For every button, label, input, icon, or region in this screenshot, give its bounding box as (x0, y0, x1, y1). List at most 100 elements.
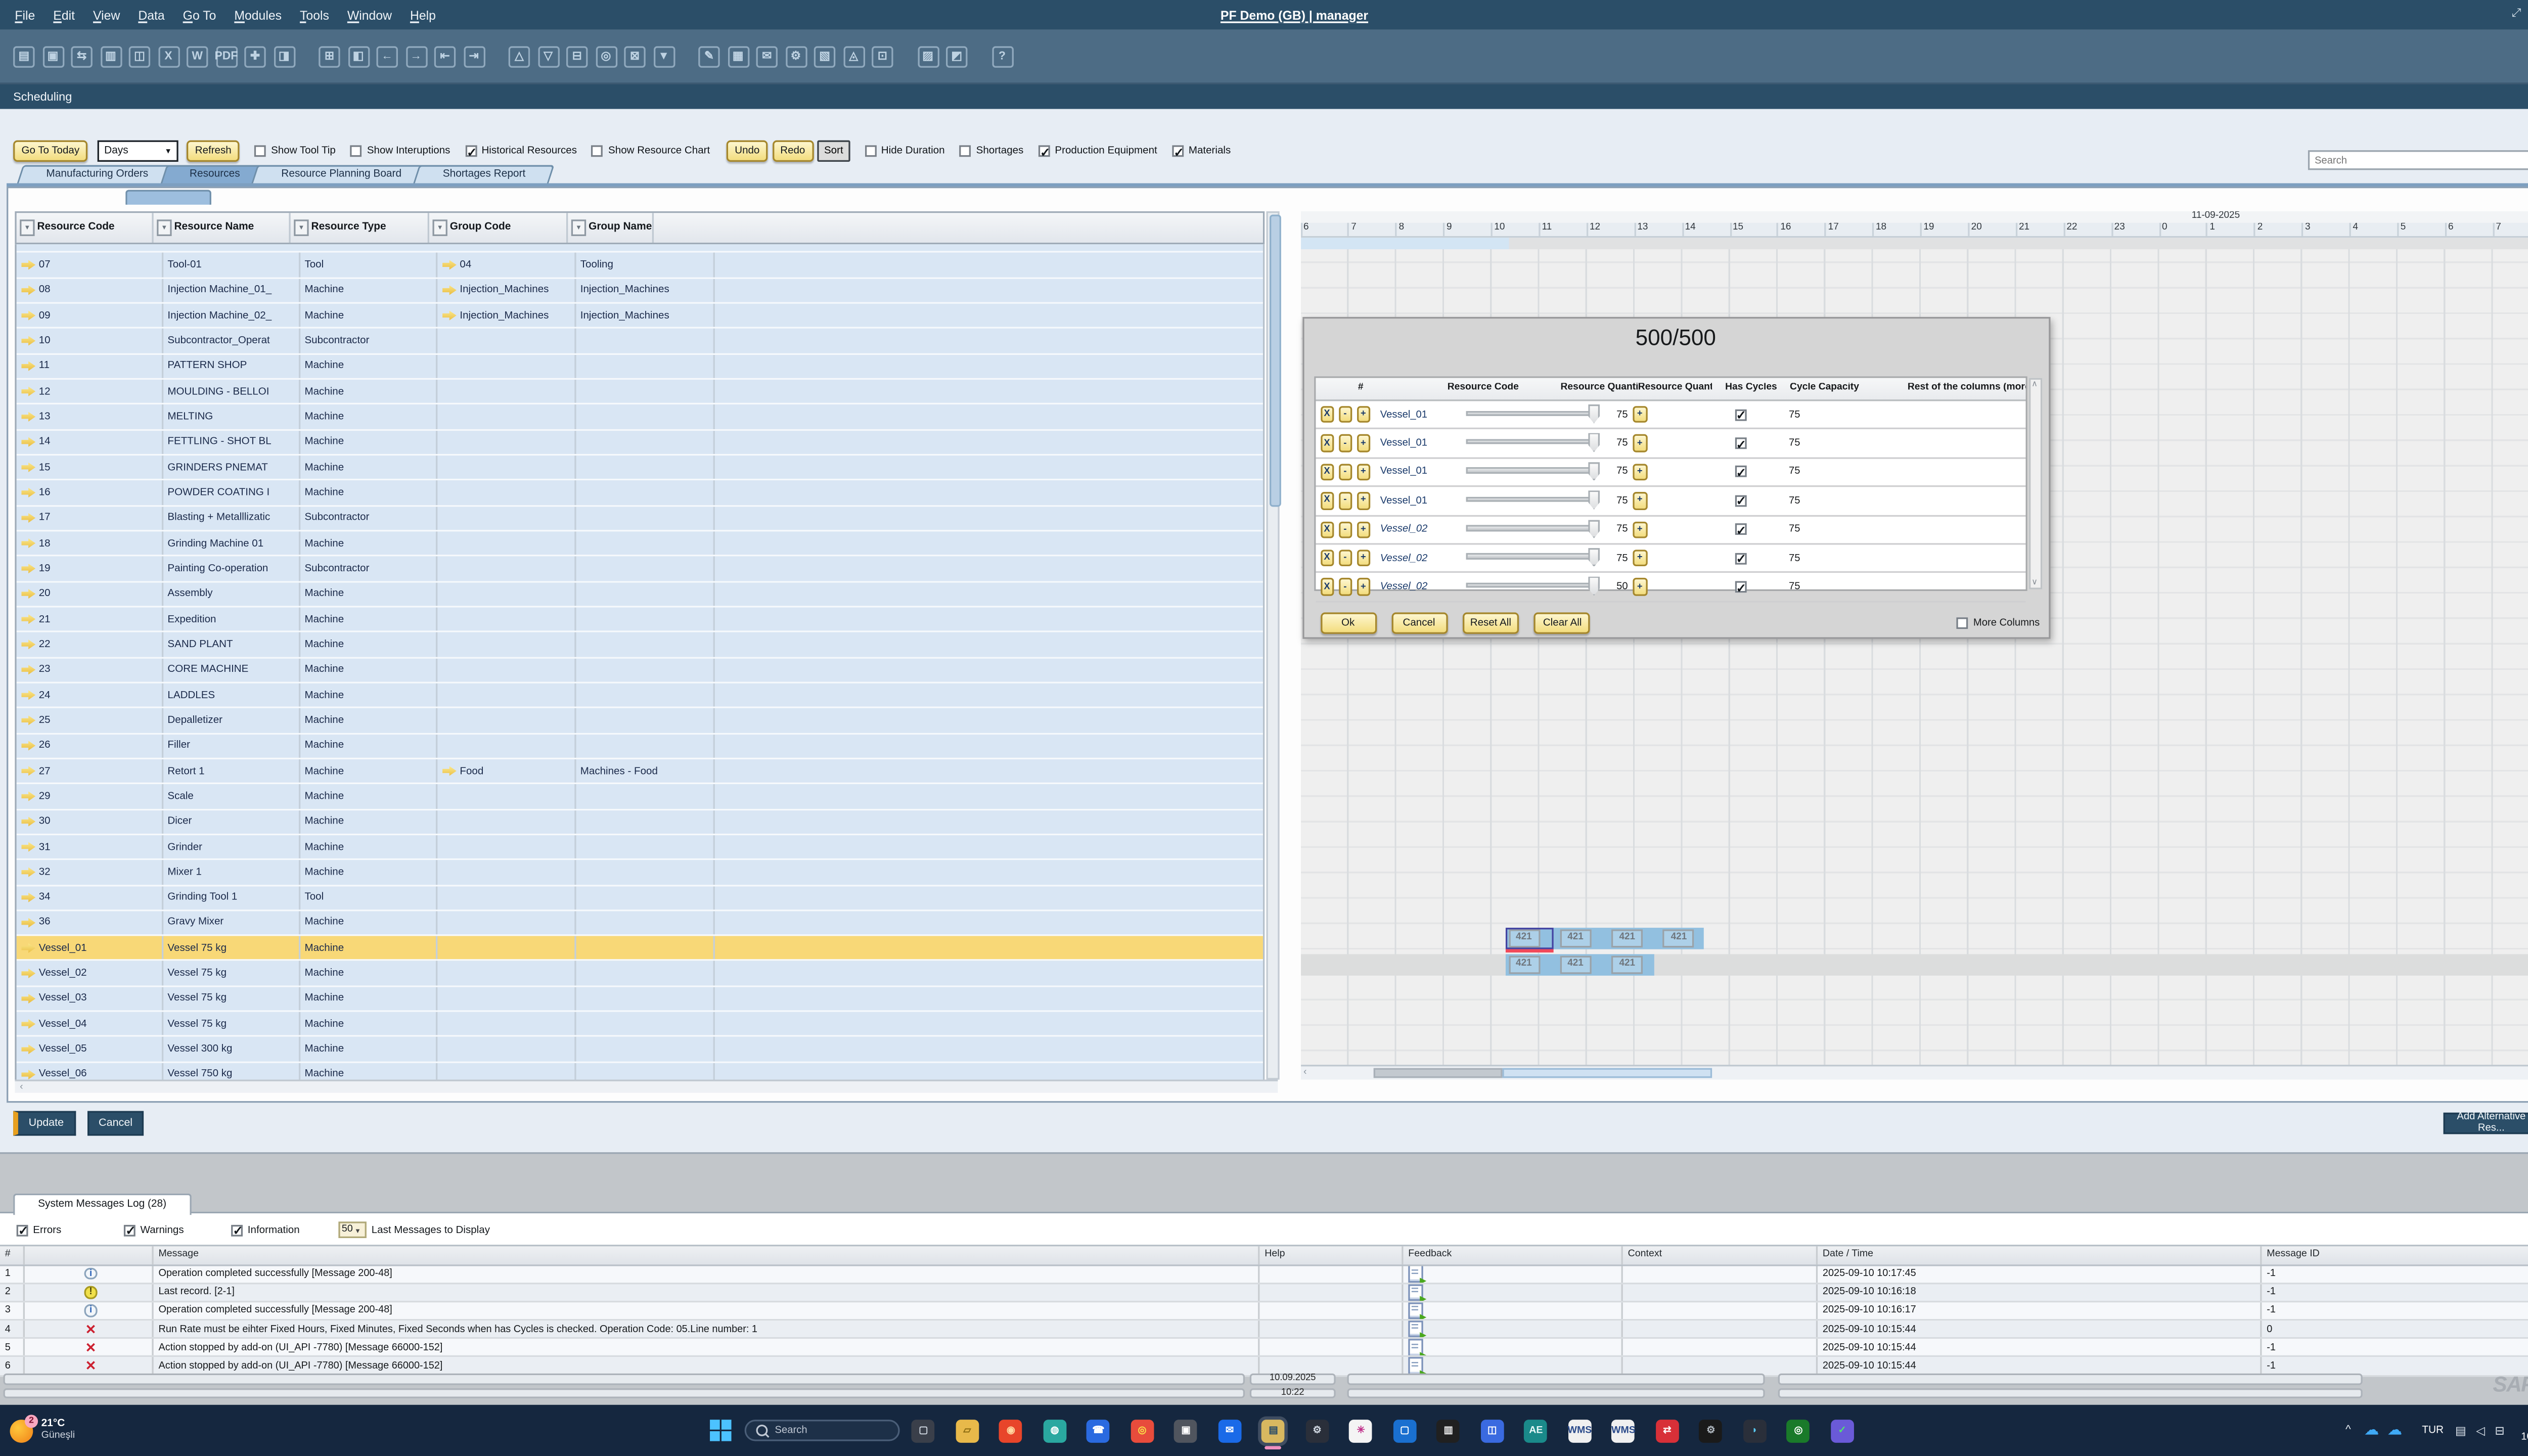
table-row[interactable]: Vessel_03 Vessel 75 kg Machine (17, 987, 1263, 1012)
checkbox-icon[interactable] (1039, 145, 1050, 157)
tray-icon[interactable]: ◁ (2476, 1424, 2485, 1437)
taskbar-app-icon[interactable]: WMS (1612, 1419, 1635, 1442)
toolbar-icon[interactable]: ? (991, 46, 1013, 67)
log-header-id[interactable]: Message ID (2262, 1246, 2528, 1263)
has-cycles-checkbox[interactable] (1734, 409, 1746, 421)
link-arrow-icon[interactable] (21, 942, 35, 954)
plus-button[interactable]: + (1356, 435, 1370, 452)
taskbar-app-icon[interactable]: ✓ (1831, 1419, 1854, 1442)
checkbox-item[interactable]: Materials (1172, 145, 1231, 157)
table-row[interactable]: Vessel_01 Vessel 75 kg Machine (17, 936, 1263, 962)
gantt-bar-vessel02[interactable]: 421421421 (1505, 954, 1653, 975)
table-row[interactable]: 23 CORE MACHINE Machine (17, 658, 1263, 683)
table-row[interactable]: 26 Filler Machine (17, 734, 1263, 759)
scheduling-tab[interactable]: Shortages Report (416, 165, 552, 185)
table-row[interactable]: 19 Painting Co-operation Subcontractor (17, 557, 1263, 582)
table-row[interactable]: 14 FETTLING - SHOT BL Machine (17, 430, 1263, 456)
log-header-context[interactable]: Context (1623, 1246, 1818, 1263)
refresh-button[interactable]: Refresh (187, 141, 240, 161)
filter-icon[interactable] (157, 219, 171, 236)
menu-item[interactable]: Modules (234, 8, 282, 22)
checkbox-item[interactable]: Show Interuptions (350, 145, 450, 157)
window-control-icon[interactable]: ⤢ (2512, 0, 2521, 30)
table-row[interactable]: 18 Grinding Machine 01 Machine (17, 531, 1263, 557)
checkbox-item[interactable]: Hide Duration (865, 145, 944, 157)
link-arrow-icon[interactable] (441, 259, 456, 271)
checkbox-item[interactable]: Production Equipment (1039, 145, 1157, 157)
table-row[interactable]: 15 GRINDERS PNEMAT Machine (17, 456, 1263, 481)
dialog-row[interactable]: X - + Vessel_01 75 + 75 (1316, 430, 2025, 459)
toolbar-icon[interactable]: W (187, 46, 208, 67)
operation-label[interactable]: 421 (1508, 956, 1540, 973)
minus-button[interactable]: - (1338, 550, 1352, 567)
toolbar-icon[interactable]: ✎ (698, 46, 719, 67)
link-arrow-icon[interactable] (21, 335, 35, 347)
table-row[interactable]: 24 LADDLES Machine (17, 683, 1263, 708)
pane-handle[interactable] (125, 189, 211, 204)
table-row[interactable]: 20 Assembly Machine (17, 582, 1263, 607)
minus-button[interactable]: - (1338, 578, 1352, 596)
more-columns-option[interactable]: More Columns (1957, 617, 2040, 628)
minus-button[interactable]: - (1338, 492, 1352, 509)
checkbox-item[interactable]: Show Resource Chart (592, 145, 710, 157)
menu-item[interactable]: Data (138, 8, 164, 22)
log-header-message[interactable]: Message (154, 1246, 1260, 1263)
taskbar-app-icon[interactable]: ⇄ (1656, 1419, 1679, 1442)
language-indicator[interactable]: TUR (2422, 1425, 2444, 1436)
dialog-row[interactable]: X - + Vessel_01 75 + 75 (1316, 401, 2025, 430)
slider-thumb[interactable] (1588, 462, 1600, 481)
scrollbar-thumb[interactable] (1269, 214, 1281, 507)
taskbar-app-icon[interactable]: ◎ (1787, 1419, 1810, 1442)
link-arrow-icon[interactable] (21, 841, 35, 853)
add-alternative-resource-button[interactable]: Add Alternative Res... (2444, 1112, 2528, 1133)
tray-icon[interactable]: ⊟ (2495, 1424, 2504, 1437)
link-arrow-icon[interactable] (21, 613, 35, 625)
scroll-left-icon[interactable]: ‹ (1303, 1066, 1307, 1078)
table-row[interactable]: 17 Blasting + Metalllizatic Subcontracto… (17, 506, 1263, 531)
table-row[interactable]: 12 MOULDING - BELLOI Machine (17, 380, 1263, 405)
has-cycles-checkbox[interactable] (1734, 524, 1746, 535)
table-row[interactable]: 22 SAND PLANT Machine (17, 632, 1263, 658)
plus-button[interactable]: + (1356, 578, 1370, 596)
link-arrow-icon[interactable] (21, 537, 35, 549)
table-vertical-scrollbar[interactable] (1266, 211, 1279, 1080)
has-cycles-checkbox[interactable] (1734, 581, 1746, 593)
toolbar-icon[interactable]: ▤ (13, 46, 34, 67)
feedback-icon[interactable] (1408, 1302, 1423, 1319)
dialog-row[interactable]: X - + Vessel_02 75 + 75 (1316, 516, 2025, 545)
search-input[interactable] (2308, 151, 2528, 170)
table-row[interactable]: 07 Tool-01 Tool 04 Tooling (17, 253, 1263, 279)
menu-item[interactable]: Go To (183, 8, 216, 22)
taskbar-app-icon[interactable]: ◉ (1000, 1419, 1023, 1442)
table-row[interactable]: Vessel_04 Vessel 75 kg Machine (17, 1012, 1263, 1037)
has-cycles-checkbox[interactable] (1734, 495, 1746, 507)
link-arrow-icon[interactable] (21, 310, 35, 322)
cancel-button[interactable]: Cancel (87, 1111, 144, 1135)
toolbar-icon[interactable]: ▥ (100, 46, 121, 67)
link-arrow-icon[interactable] (21, 714, 35, 726)
plus-button[interactable]: + (1356, 492, 1370, 509)
link-arrow-icon[interactable] (21, 411, 35, 423)
operation-label[interactable]: 421 (1611, 929, 1643, 946)
link-arrow-icon[interactable] (21, 639, 35, 650)
taskbar-app-icon[interactable]: ⚙ (1305, 1419, 1329, 1442)
checkbox-icon[interactable] (124, 1224, 136, 1236)
toolbar-icon[interactable]: ◨ (273, 46, 294, 67)
log-row[interactable]: 3 Operation completed successfully [Mess… (0, 1302, 2528, 1321)
column-header[interactable]: Resource Code (17, 213, 154, 242)
checkbox-item[interactable]: Shortages (960, 145, 1023, 157)
tray-icon[interactable]: ▤ (2455, 1424, 2466, 1437)
weather-widget[interactable]: 2 21°C Güneşli (10, 1418, 75, 1443)
link-arrow-icon[interactable] (21, 765, 35, 777)
taskbar-app-icon[interactable]: ◎ (1131, 1419, 1154, 1442)
taskbar-app-icon[interactable]: ✳ (1349, 1419, 1373, 1442)
table-row[interactable]: 21 Expedition Machine (17, 607, 1263, 632)
dialog-button[interactable]: Reset All (1462, 612, 1519, 634)
link-arrow-icon[interactable] (21, 791, 35, 802)
remove-button[interactable]: X (1320, 464, 1334, 481)
redo-button[interactable]: Redo (772, 141, 814, 161)
taskbar-app-icon[interactable]: ▢ (1393, 1419, 1416, 1442)
log-header-num[interactable]: # (0, 1246, 25, 1263)
toolbar-icon[interactable]: ⊡ (872, 46, 893, 67)
toolbar-icon[interactable]: ◧ (347, 46, 369, 67)
